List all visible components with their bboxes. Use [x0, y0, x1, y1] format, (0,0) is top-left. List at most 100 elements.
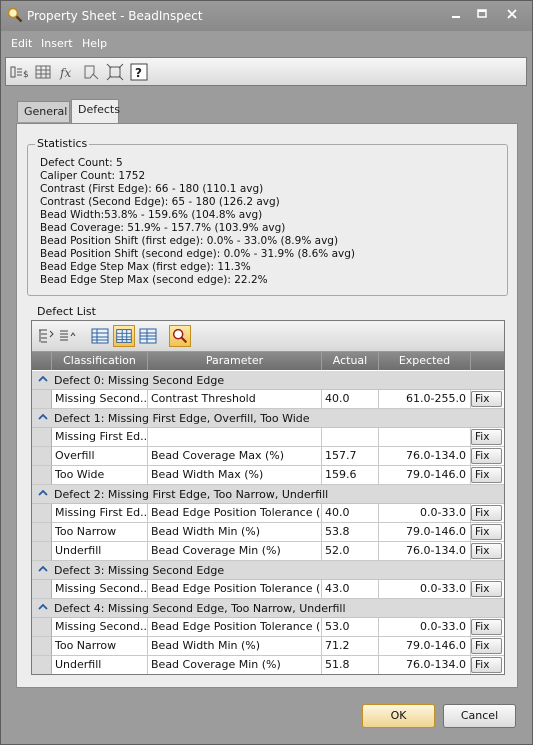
defects-panel: Statistics Defect Count: 5 Caliper Count…	[16, 123, 518, 688]
tab-defects[interactable]: Defects	[71, 99, 120, 124]
table-row[interactable]: Underfill Bead Coverage Min (%) 51.8 76.0-1…	[32, 656, 504, 674]
table-row[interactable]: Too Narrow Bead Width Min (%) 71.2 79.0-146…	[32, 637, 504, 656]
fix-button[interactable]: Fix	[471, 448, 502, 464]
cell-classification: Too Narrow	[52, 637, 148, 656]
svg-text:$: $	[23, 70, 29, 80]
table-row[interactable]: Missing First Ed... Fix	[32, 428, 504, 447]
chevron-up-icon[interactable]	[38, 412, 48, 422]
cell-classification: Missing First Ed...	[52, 428, 148, 447]
table-row[interactable]: Missing First Ed... Bead Edge Position To…	[32, 504, 504, 523]
help-icon[interactable]: ?	[129, 62, 149, 82]
fix-button[interactable]: Fix	[471, 657, 502, 673]
cell-expected: 79.0-146.0	[379, 523, 471, 542]
defect-group-title: Defect 4: Missing Second Edge, Too Narro…	[54, 602, 346, 615]
defect-group-header[interactable]: Defect 1: Missing First Edge, Overfill, …	[32, 409, 504, 428]
expand-icon[interactable]	[105, 62, 125, 82]
cell-parameter: Bead Edge Position Tolerance (...	[148, 580, 322, 599]
view-details-icon[interactable]	[89, 325, 111, 347]
defect-group-title: Defect 0: Missing Second Edge	[54, 374, 225, 387]
fix-button[interactable]: Fix	[471, 524, 502, 540]
maximize-button[interactable]	[474, 8, 490, 22]
function-icon[interactable]: fx	[57, 62, 77, 82]
header-actual[interactable]: Actual	[322, 352, 379, 370]
stat-contrast-second-edge: Contrast (Second Edge): 65 - 180 (126.2 …	[40, 196, 280, 208]
table-row[interactable]: Missing Second... Bead Edge Position Tole…	[32, 618, 504, 637]
table-row[interactable]: Missing Second... Bead Edge Position Tole…	[32, 580, 504, 599]
fix-button[interactable]: Fix	[471, 619, 502, 635]
row-indent	[32, 428, 52, 447]
stat-contrast-first-edge: Contrast (First Edge): 66 - 180 (110.1 a…	[40, 183, 264, 195]
cell-parameter: Bead Edge Position Tolerance (...	[148, 504, 322, 523]
header-parameter[interactable]: Parameter	[148, 352, 322, 370]
cell-actual: 52.0	[322, 542, 379, 561]
minimize-button[interactable]	[448, 8, 464, 22]
ok-button[interactable]: OK	[362, 704, 435, 728]
cell-parameter: Bead Width Max (%)	[148, 466, 322, 485]
menu-help[interactable]: Help	[82, 37, 107, 50]
menu-insert[interactable]: Insert	[41, 37, 73, 50]
header-classification[interactable]: Classification	[52, 352, 148, 370]
defect-list-label: Defect List	[37, 305, 96, 318]
close-icon	[507, 9, 517, 19]
cell-parameter: Bead Coverage Max (%)	[148, 447, 322, 466]
cell-parameter: Contrast Threshold	[148, 390, 322, 409]
chevron-up-icon[interactable]	[38, 374, 48, 384]
defect-group-header[interactable]: Defect 4: Missing Second Edge, Too Narro…	[32, 599, 504, 618]
view-grid-button[interactable]	[113, 325, 135, 347]
field-list-icon[interactable]: $	[9, 62, 29, 82]
row-indent	[32, 656, 52, 674]
cell-classification: Overfill	[52, 447, 148, 466]
defect-group-title: Defect 1: Missing First Edge, Overfill, …	[54, 412, 310, 425]
defect-group-header[interactable]: Defect 2: Missing First Edge, Too Narrow…	[32, 485, 504, 504]
cell-actual: 71.2	[322, 637, 379, 656]
cell-classification: Too Narrow	[52, 523, 148, 542]
grid-icon[interactable]	[33, 62, 53, 82]
cell-expected: 79.0-146.0	[379, 637, 471, 656]
stat-caliper-count: Caliper Count: 1752	[40, 170, 146, 182]
cell-parameter: Bead Width Min (%)	[148, 523, 322, 542]
stat-defect-count: Defect Count: 5	[40, 157, 123, 169]
cell-parameter: Bead Coverage Min (%)	[148, 542, 322, 561]
table-row[interactable]: Missing Second... Contrast Threshold 40.0 6…	[32, 390, 504, 409]
stat-edge-step-second: Bead Edge Step Max (second edge): 22.2%	[40, 274, 268, 286]
table-row[interactable]: Overfill Bead Coverage Max (%) 157.7 76.0-1…	[32, 447, 504, 466]
tab-general[interactable]: General	[17, 101, 70, 122]
fix-button[interactable]: Fix	[471, 391, 502, 407]
cancel-button[interactable]: Cancel	[443, 704, 516, 728]
table-row[interactable]: Too Wide Bead Width Max (%) 159.6 79.0-146.…	[32, 466, 504, 485]
defect-group-header[interactable]: Defect 3: Missing Second Edge	[32, 561, 504, 580]
chevron-up-icon[interactable]	[38, 488, 48, 498]
fix-button[interactable]: Fix	[471, 429, 502, 445]
cell-expected: 76.0-134.0	[379, 656, 471, 674]
table-row[interactable]: Underfill Bead Coverage Min (%) 52.0 76.0-1…	[32, 542, 504, 561]
fix-button[interactable]: Fix	[471, 505, 502, 521]
chevron-up-icon[interactable]	[38, 602, 48, 612]
maximize-icon	[477, 9, 487, 18]
inspect-button[interactable]	[169, 325, 191, 347]
fix-button[interactable]: Fix	[471, 638, 502, 654]
close-button[interactable]	[504, 8, 520, 22]
row-indent	[32, 580, 52, 599]
row-indent	[32, 447, 52, 466]
svg-text:fx: fx	[59, 66, 71, 80]
fix-button[interactable]: Fix	[471, 581, 502, 597]
table-row[interactable]: Too Narrow Bead Width Min (%) 53.8 79.0-146…	[32, 523, 504, 542]
fix-button[interactable]: Fix	[471, 467, 502, 483]
svg-text:?: ?	[135, 66, 142, 80]
defect-group-header[interactable]: Defect 0: Missing Second Edge	[32, 371, 504, 390]
view-grid-icon	[116, 329, 132, 343]
fix-button[interactable]: Fix	[471, 543, 502, 559]
sort-list-icon[interactable]	[57, 325, 79, 347]
cell-actual: 53.8	[322, 523, 379, 542]
menu-edit[interactable]: Edit	[11, 37, 32, 50]
shape-icon[interactable]	[81, 62, 101, 82]
sort-tree-icon[interactable]	[35, 325, 57, 347]
defect-list-toolbar	[32, 321, 504, 352]
chevron-up-icon[interactable]	[38, 564, 48, 574]
title-bar[interactable]: Property Sheet - BeadInspect	[1, 1, 532, 31]
menu-bar: Edit Insert Help	[5, 32, 528, 54]
view-table-icon[interactable]	[137, 325, 159, 347]
defect-list-grid[interactable]: Classification Parameter Actual Expected…	[31, 320, 505, 675]
cell-actual: 53.0	[322, 618, 379, 637]
header-expected[interactable]: Expected	[379, 352, 471, 370]
